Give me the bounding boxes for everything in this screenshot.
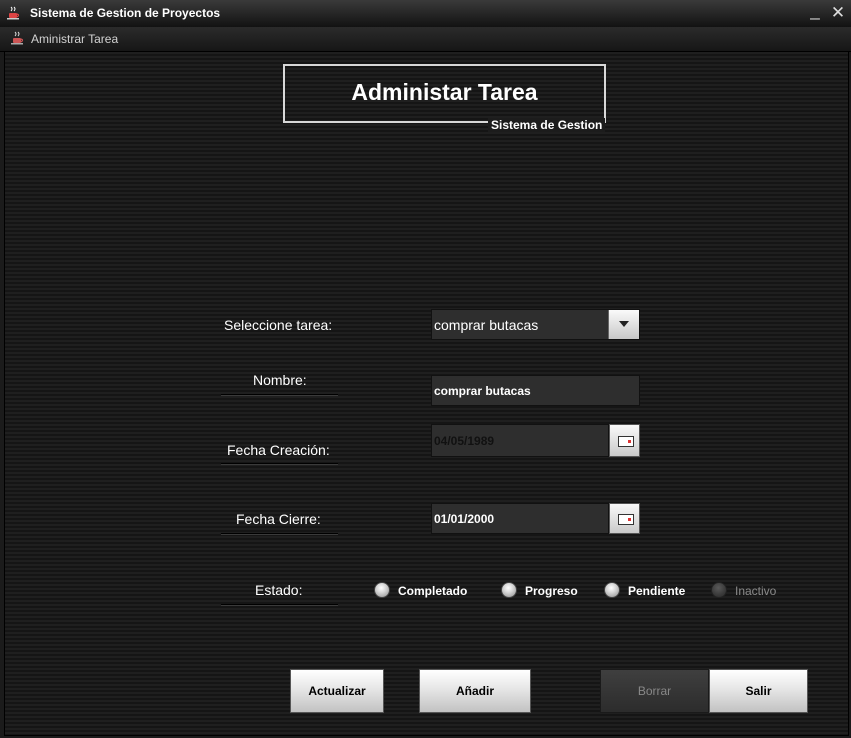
fecha-cierre-calendar-button[interactable] [609,503,640,534]
salir-button[interactable]: Salir [709,669,808,713]
actualizar-button[interactable]: Actualizar [290,669,384,713]
dropdown-arrow-icon [619,321,629,327]
estado-label-underline [221,604,338,605]
borrar-button: Borrar [600,669,709,713]
fecha-cierre-field[interactable]: 01/01/2000 [431,503,609,534]
content-panel [4,51,849,736]
header-caption: Sistema de Gestion [488,118,606,132]
nombre-label: Nombre: [253,372,307,388]
estado-progreso-label[interactable]: Progreso [525,584,578,598]
estado-inactivo-label: Inactivo [735,584,777,598]
estado-inactivo-radio [711,582,727,598]
select-task-label: Seleccione tarea: [224,317,333,333]
fecha-creacion-calendar-button[interactable] [609,424,640,457]
estado-completado-label[interactable]: Completado [398,584,467,598]
calendar-icon [618,436,634,447]
estado-label: Estado: [255,582,303,598]
fecha-creacion-field[interactable]: 04/05/1989 [431,424,609,457]
nombre-field[interactable]: comprar butacas [431,375,640,406]
calendar-icon [618,514,634,525]
fecha-creacion-label: Fecha Creación: [227,442,330,458]
task-select-value: comprar butacas [434,317,539,333]
task-select[interactable]: comprar butacas [431,309,640,340]
estado-progreso-radio[interactable] [501,582,517,598]
anadir-button[interactable]: Añadir [419,669,531,713]
internal-frame-titlebar[interactable]: Aministrar Tarea [0,27,851,52]
fecha-creacion-value: 04/05/1989 [434,434,495,448]
estado-pendiente-label[interactable]: Pendiente [628,584,685,598]
page-title: Administar Tarea [351,79,538,105]
estado-completado-radio[interactable] [374,582,390,598]
nombre-field-value: comprar butacas [434,384,531,398]
fecha-cierre-label-underline [221,533,338,534]
minimize-icon[interactable]: _ [806,1,824,21]
task-select-button[interactable] [608,310,639,339]
window-title: Sistema de Gestion de Proyectos [30,6,221,20]
header-title-box: Administar Tarea [283,64,606,123]
fecha-cierre-label: Fecha Cierre: [236,511,321,527]
java-coffee-icon [7,6,20,20]
fecha-creacion-label-underline [221,463,338,464]
close-icon[interactable]: ✕ [829,3,847,23]
frame-title: Aministrar Tarea [31,32,119,46]
window-titlebar[interactable]: Sistema de Gestion de Proyectos _ ✕ [0,0,851,28]
fecha-cierre-value: 01/01/2000 [434,512,495,526]
java-coffee-icon [11,31,24,45]
nombre-label-underline [221,394,338,395]
estado-pendiente-radio[interactable] [604,582,620,598]
